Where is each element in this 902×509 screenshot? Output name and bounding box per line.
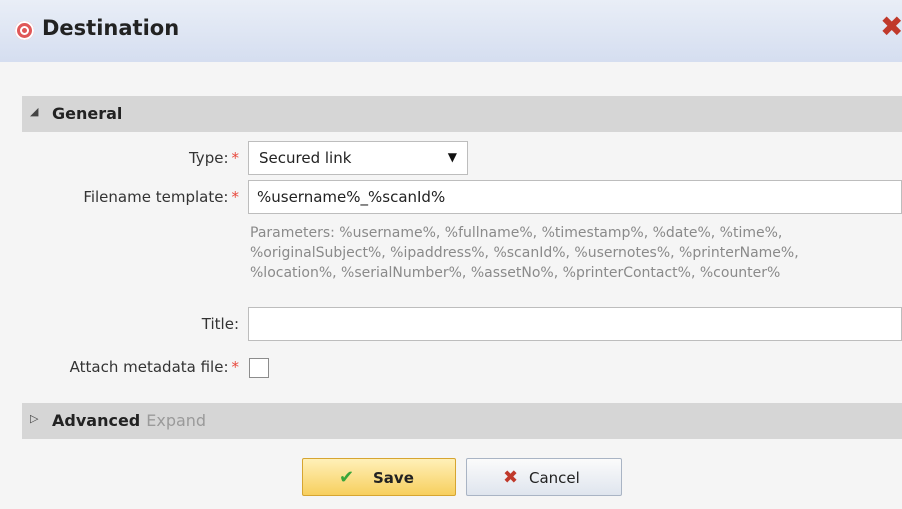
parameters-line: %location%, %serialNumber%, %assetNo%, %… [250, 265, 781, 281]
title-label: Title: [201, 315, 239, 333]
section-general-label: General [52, 104, 123, 123]
collapse-arrow-icon: ◢ [30, 105, 39, 118]
save-button[interactable]: ✔ Save [302, 458, 456, 496]
attach-metadata-label: Attach metadata file: * [69, 358, 240, 376]
section-advanced-header[interactable]: ▷ Advanced Expand [22, 403, 902, 439]
dialog-title: Destination [42, 16, 180, 40]
close-icon: ✖ [503, 467, 519, 488]
title-input[interactable] [248, 307, 902, 341]
destination-dialog: Destination ✖ ◢ General Type: * Secured l… [0, 0, 902, 509]
section-general-header[interactable]: ◢ General [22, 96, 902, 132]
filename-template-label: Filename template: * [83, 188, 239, 206]
type-select[interactable]: Secured link ▼ [248, 141, 468, 175]
required-marker: * [231, 188, 240, 206]
dialog-content: ◢ General Type: * Secured link ▼ Filename… [0, 62, 902, 509]
target-icon [15, 21, 34, 40]
attach-metadata-checkbox[interactable] [249, 358, 269, 378]
dropdown-caret-icon: ▼ [447, 150, 457, 164]
checkmark-icon: ✔ [339, 467, 355, 488]
expand-arrow-icon: ▷ [30, 412, 39, 425]
required-marker: * [231, 358, 240, 376]
dialog-titlebar: Destination ✖ [0, 0, 902, 63]
cancel-button-label: Cancel [529, 469, 580, 487]
parameters-line: %originalSubject%, %ipaddress%, %scanId%… [250, 245, 799, 261]
required-marker: * [231, 149, 240, 167]
close-icon[interactable]: ✖ [880, 13, 902, 41]
save-button-label: Save [373, 469, 414, 487]
section-advanced-label: Advanced Expand [52, 411, 207, 430]
type-label: Type: * [188, 149, 240, 167]
expand-hint[interactable]: Expand [146, 411, 206, 430]
type-select-value: Secured link [259, 149, 352, 167]
parameters-help-text: Parameters: %username%, %fullname%, %tim… [250, 223, 890, 283]
cancel-button[interactable]: ✖ Cancel [466, 458, 622, 496]
filename-template-input[interactable]: %username%_%scanId% [248, 180, 902, 214]
parameters-line: Parameters: %username%, %fullname%, %tim… [250, 225, 783, 241]
